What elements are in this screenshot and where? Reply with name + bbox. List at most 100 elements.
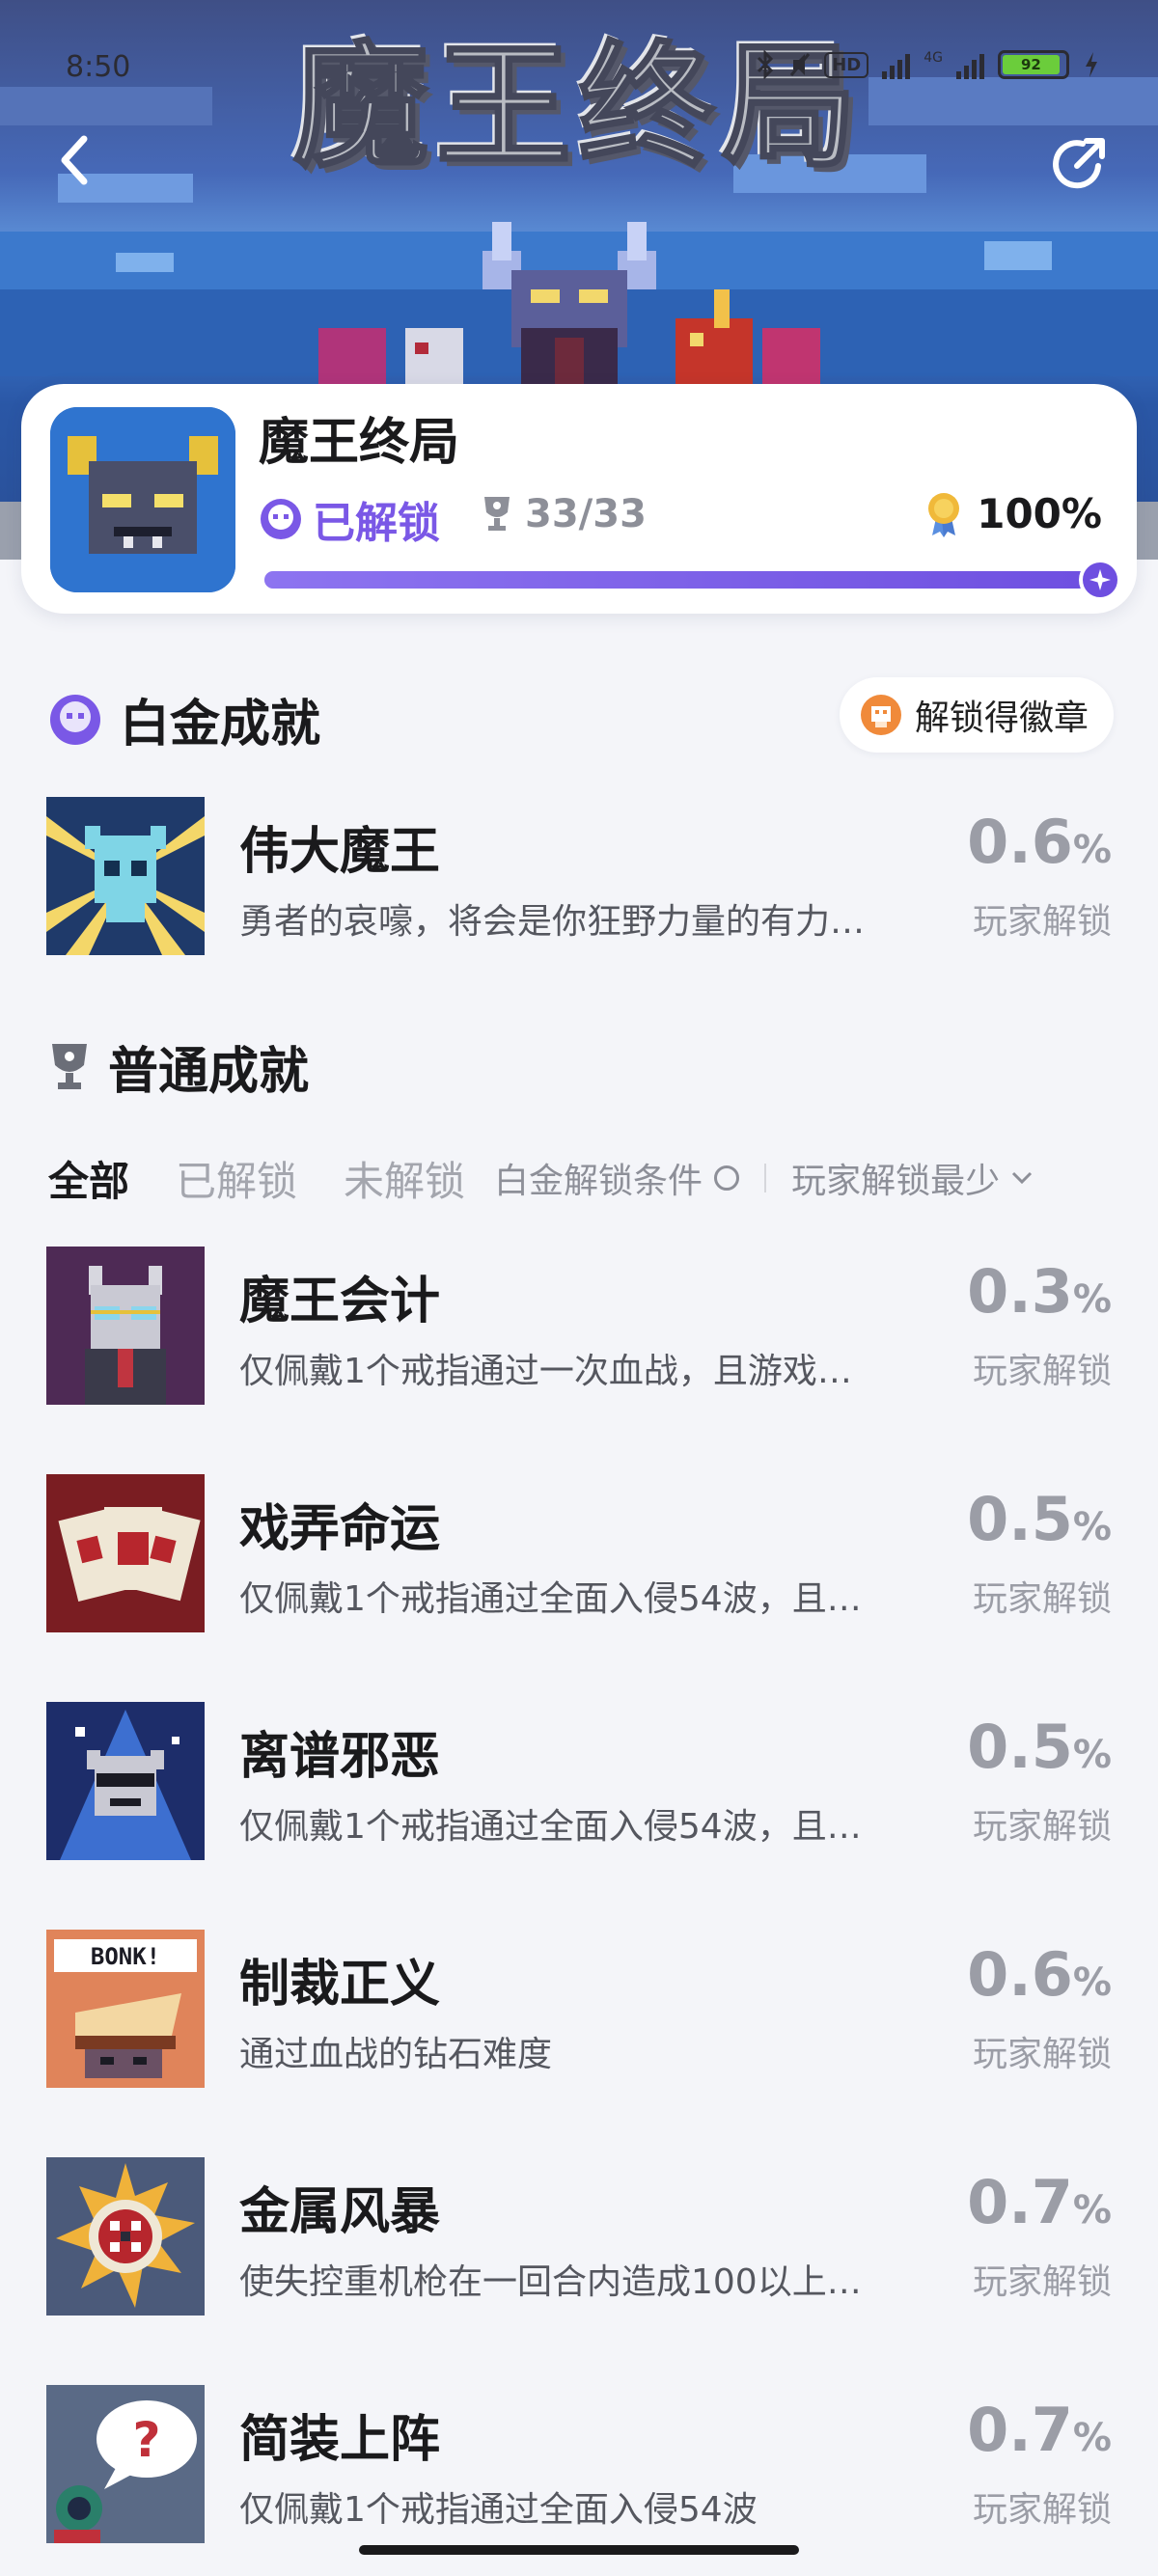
filter-tab-unlocked[interactable]: 已解锁: [176, 1149, 297, 1208]
unlock-rate-unit: %: [1072, 2416, 1112, 2460]
question-mark-text: ?: [132, 2412, 160, 2468]
achievement-name: 简装上阵: [239, 2411, 441, 2469]
achievement-description: 仅佩戴1个戒指通过全面入侵54波，且…: [239, 1579, 862, 1619]
normal-section-title: 普通成就: [108, 1043, 310, 1101]
platinum-achievement-row[interactable]: 伟大魔王 勇者的哀嚎，将会是你狂野力量的有力… 0.6% 玩家解锁: [46, 797, 1112, 955]
filter-tab-all[interactable]: 全部: [48, 1149, 129, 1208]
medal-icon: [928, 492, 960, 537]
achievement-icon: BONK!: [46, 1930, 205, 2088]
back-button[interactable]: [48, 135, 98, 185]
badge-icon: [860, 695, 901, 735]
unlock-rate-label: 玩家解锁: [972, 2490, 1112, 2530]
demon-character-art: [318, 222, 820, 386]
status-time: 8:50: [66, 50, 131, 84]
progress-fill: [264, 559, 1121, 601]
achievement-row[interactable]: ? 简装上阵 仅佩戴1个戒指通过全面入侵54波 0.7% 玩家解锁: [46, 2385, 1112, 2543]
unlock-badge-button[interactable]: 解锁得徽章: [839, 677, 1114, 753]
network-type: 4G: [924, 50, 943, 66]
achievement-icon: ?: [46, 2385, 205, 2543]
unlock-rate-unit: %: [1072, 828, 1112, 872]
hd-badge: HD: [824, 51, 869, 78]
achievement-icon: [46, 1474, 205, 1632]
achievements-page: 魔王终局 8:50 HD 4G 92 魔王终局 已解锁 33/33 100% 白…: [0, 0, 1158, 2576]
unlock-rate-value: 0.5: [967, 1712, 1073, 1782]
trophy-count-value: 33/33: [525, 492, 647, 536]
unlock-rate-value: 0.7: [967, 2167, 1073, 2237]
completion-value: 100%: [977, 490, 1102, 537]
unlock-rate-label: 玩家解锁: [972, 2262, 1112, 2302]
platinum-trophy-icon: [261, 499, 301, 539]
achievement-row[interactable]: 戏弄命运 仅佩戴1个戒指通过全面入侵54波，且… 0.5% 玩家解锁: [46, 1474, 1112, 1632]
achievement-name: 魔王会计: [239, 1273, 441, 1330]
progress-bar: [264, 559, 1121, 601]
trophy-icon: [484, 497, 510, 531]
achievement-icon: [46, 1247, 205, 1405]
unlock-rate-value: 0.7: [967, 2395, 1073, 2465]
share-icon[interactable]: [1048, 133, 1110, 195]
unlock-rate-value: 0.3: [967, 1256, 1073, 1327]
unlock-rate-label: 玩家解锁: [972, 1579, 1112, 1619]
signal-icon-2: [956, 50, 984, 79]
unlock-rate-unit: %: [1072, 1960, 1112, 2005]
platinum-section-title: 白金成就: [120, 696, 321, 754]
charging-icon: [1086, 52, 1097, 77]
achievement-row[interactable]: 金属风暴 使失控重机枪在一回合内造成100以上… 0.7% 玩家解锁: [46, 2157, 1112, 2316]
unlock-rate: 0.7%: [967, 2395, 1112, 2465]
status-bar: 8:50 HD 4G 92: [0, 0, 1158, 96]
unlock-rate-value: 0.5: [967, 1484, 1073, 1554]
status-icons: HD 4G 92: [755, 50, 1100, 79]
unlock-status-label: 已解锁: [313, 499, 440, 548]
achievement-name: 制裁正义: [239, 1956, 441, 2014]
sort-dropdown[interactable]: 玩家解锁最少: [791, 1153, 1033, 1203]
unlock-rate: 0.6%: [967, 807, 1112, 877]
normal-section-header: 普通成就: [48, 1030, 309, 1103]
unlock-rate: 0.3%: [967, 1256, 1112, 1327]
unlock-rate-label: 玩家解锁: [972, 2035, 1112, 2074]
unlock-rate-label: 玩家解锁: [972, 1352, 1112, 1391]
achievement-icon: [46, 1702, 205, 1860]
unlock-rate: 0.7%: [967, 2167, 1112, 2237]
achievement-name: 戏弄命运: [239, 1500, 441, 1558]
unlock-rate-label: 玩家解锁: [972, 902, 1112, 942]
platinum-condition-label: 白金解锁条件: [494, 1162, 703, 1201]
unlock-rate-unit: %: [1072, 1277, 1112, 1322]
achievement-name: 离谱邪恶: [239, 1728, 441, 1786]
completion: 100%: [924, 490, 1102, 537]
unlock-rate: 0.5%: [967, 1712, 1112, 1782]
unlock-rate-unit: %: [1072, 1733, 1112, 1777]
game-summary-card: 魔王终局 已解锁 33/33 100%: [21, 384, 1137, 614]
home-indicator[interactable]: [359, 2545, 799, 2555]
platinum-trophy-icon: [50, 694, 100, 745]
achievement-description: 仅佩戴1个戒指通过一次血战，且游戏…: [239, 1352, 852, 1391]
filter-tab-locked[interactable]: 未解锁: [344, 1149, 465, 1208]
achievement-description: 勇者的哀嚎，将会是你狂野力量的有力…: [239, 902, 866, 942]
achievement-name: 伟大魔王: [239, 823, 441, 881]
achievement-row[interactable]: BONK! 制裁正义 通过血战的钻石难度 0.6% 玩家解锁: [46, 1930, 1112, 2088]
bonk-text: BONK!: [91, 1943, 160, 1970]
unlock-status: 已解锁: [259, 488, 440, 550]
unlock-rate: 0.5%: [967, 1484, 1112, 1554]
achievement-description: 仅佩戴1个戒指通过全面入侵54波，且…: [239, 1807, 862, 1847]
game-title: 魔王终局: [259, 414, 460, 472]
battery-icon: 92: [998, 50, 1069, 79]
unlock-rate-unit: %: [1072, 1505, 1112, 1549]
game-icon[interactable]: [50, 407, 235, 592]
radio-circle-icon: [714, 1165, 740, 1191]
unlock-rate-label: 玩家解锁: [972, 1807, 1112, 1847]
achievement-description: 仅佩戴1个戒指通过全面入侵54波: [239, 2490, 758, 2530]
achievement-icon: [46, 2157, 205, 2316]
bluetooth-icon: [758, 50, 774, 79]
sparkle-icon: [1089, 569, 1111, 590]
platinum-condition-toggle[interactable]: 白金解锁条件: [494, 1153, 740, 1203]
unlock-rate-unit: %: [1072, 2188, 1112, 2233]
trophy-count: 33/33: [481, 492, 647, 536]
achievement-row[interactable]: 离谱邪恶 仅佩戴1个戒指通过全面入侵54波，且… 0.5% 玩家解锁: [46, 1702, 1112, 1860]
platinum-section-header: 白金成就: [48, 683, 320, 755]
filter-bar: 全部 已解锁 未解锁 白金解锁条件 玩家解锁最少: [48, 1144, 1114, 1212]
unlock-badge-label: 解锁得徽章: [914, 699, 1089, 738]
unlock-rate: 0.6%: [967, 1939, 1112, 2010]
chevron-down-icon: [1012, 1171, 1033, 1185]
unlock-rate-value: 0.6: [967, 807, 1073, 877]
achievement-row[interactable]: 魔王会计 仅佩戴1个戒指通过一次血战，且游戏… 0.3% 玩家解锁: [46, 1247, 1112, 1405]
chevron-left-icon: [61, 135, 88, 185]
